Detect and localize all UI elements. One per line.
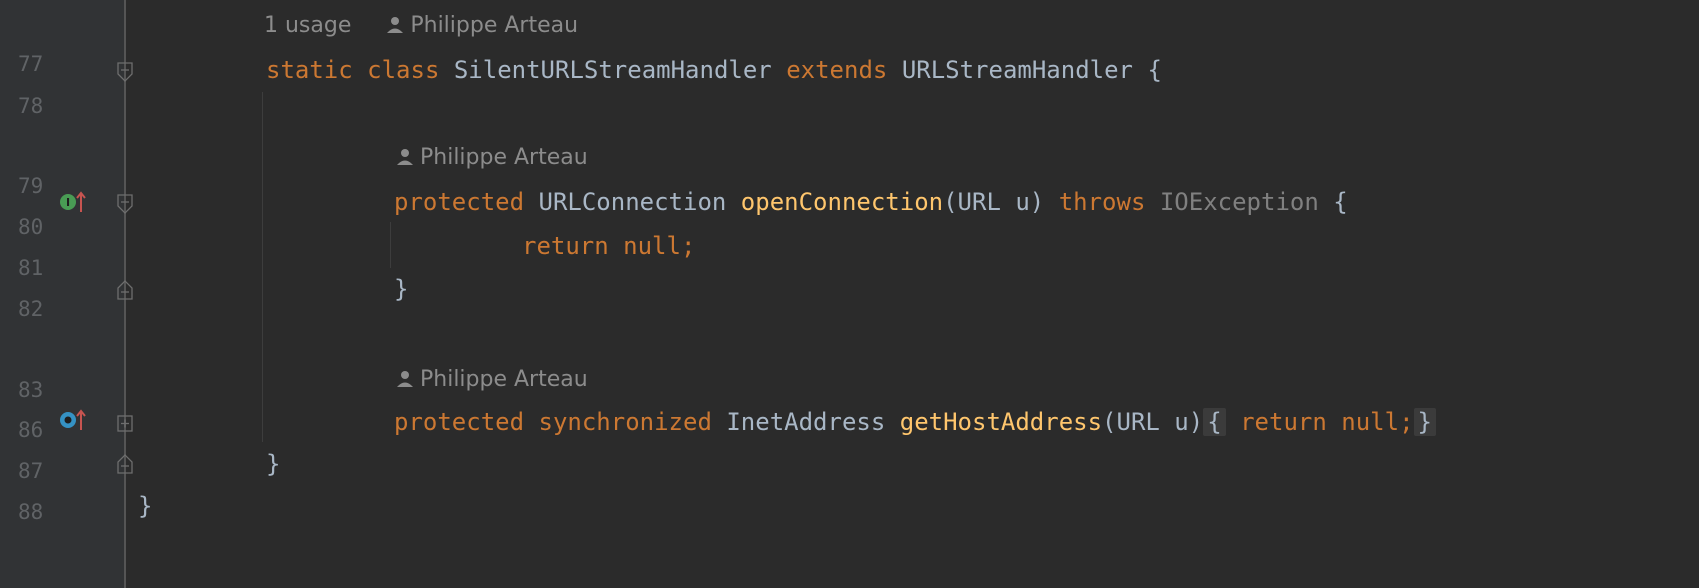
indent-guide [390, 222, 391, 268]
fold-end-icon[interactable] [116, 454, 134, 474]
overrides-method-icon[interactable] [58, 408, 88, 432]
line-number: 83 [18, 378, 44, 402]
code-line-77[interactable]: static class SilentURLStreamHandler exte… [266, 48, 1162, 92]
author-hint[interactable]: Philippe Arteau [396, 136, 588, 180]
code-line-81[interactable]: } [394, 267, 408, 311]
fold-collapse-icon[interactable] [116, 62, 134, 82]
author-hint[interactable]: Philippe Arteau [396, 358, 588, 402]
line-number: 87 [18, 459, 44, 483]
person-icon [397, 371, 413, 387]
code-line-79[interactable]: protected URLConnection openConnection(U… [394, 180, 1348, 224]
svg-text:I: I [66, 196, 70, 209]
person-icon [397, 149, 413, 165]
line-number: 88 [18, 500, 44, 524]
code-line-86[interactable]: } [266, 442, 280, 486]
author-hint: Philippe Arteau [410, 13, 579, 38]
person-icon [387, 17, 404, 33]
line-number: 77 [18, 52, 44, 76]
line-number: 86 [18, 418, 44, 442]
folded-code-open[interactable]: { [1203, 408, 1226, 436]
indent-guide [262, 92, 263, 442]
fold-end-icon[interactable] [116, 280, 134, 300]
line-number: 80 [18, 215, 44, 239]
code-line-83[interactable]: protected synchronized InetAddress getHo… [394, 400, 1436, 444]
line-number: 78 [18, 94, 44, 118]
line-number: 82 [18, 297, 44, 321]
line-number: 79 [18, 174, 44, 198]
line-number: 81 [18, 256, 44, 280]
code-line-80[interactable]: return null; [522, 224, 695, 268]
fold-collapse-icon[interactable] [116, 194, 134, 214]
folded-code-close[interactable]: } [1413, 408, 1436, 436]
usage-hint[interactable]: 1 usage Philippe Arteau [264, 4, 578, 48]
implements-method-icon[interactable]: I [58, 190, 88, 214]
code-line-87[interactable]: } [138, 484, 152, 528]
fold-expand-icon[interactable] [116, 414, 134, 434]
code-editor[interactable]: 77 78 79 80 81 82 83 86 87 88 I 1 usage … [0, 0, 1699, 588]
